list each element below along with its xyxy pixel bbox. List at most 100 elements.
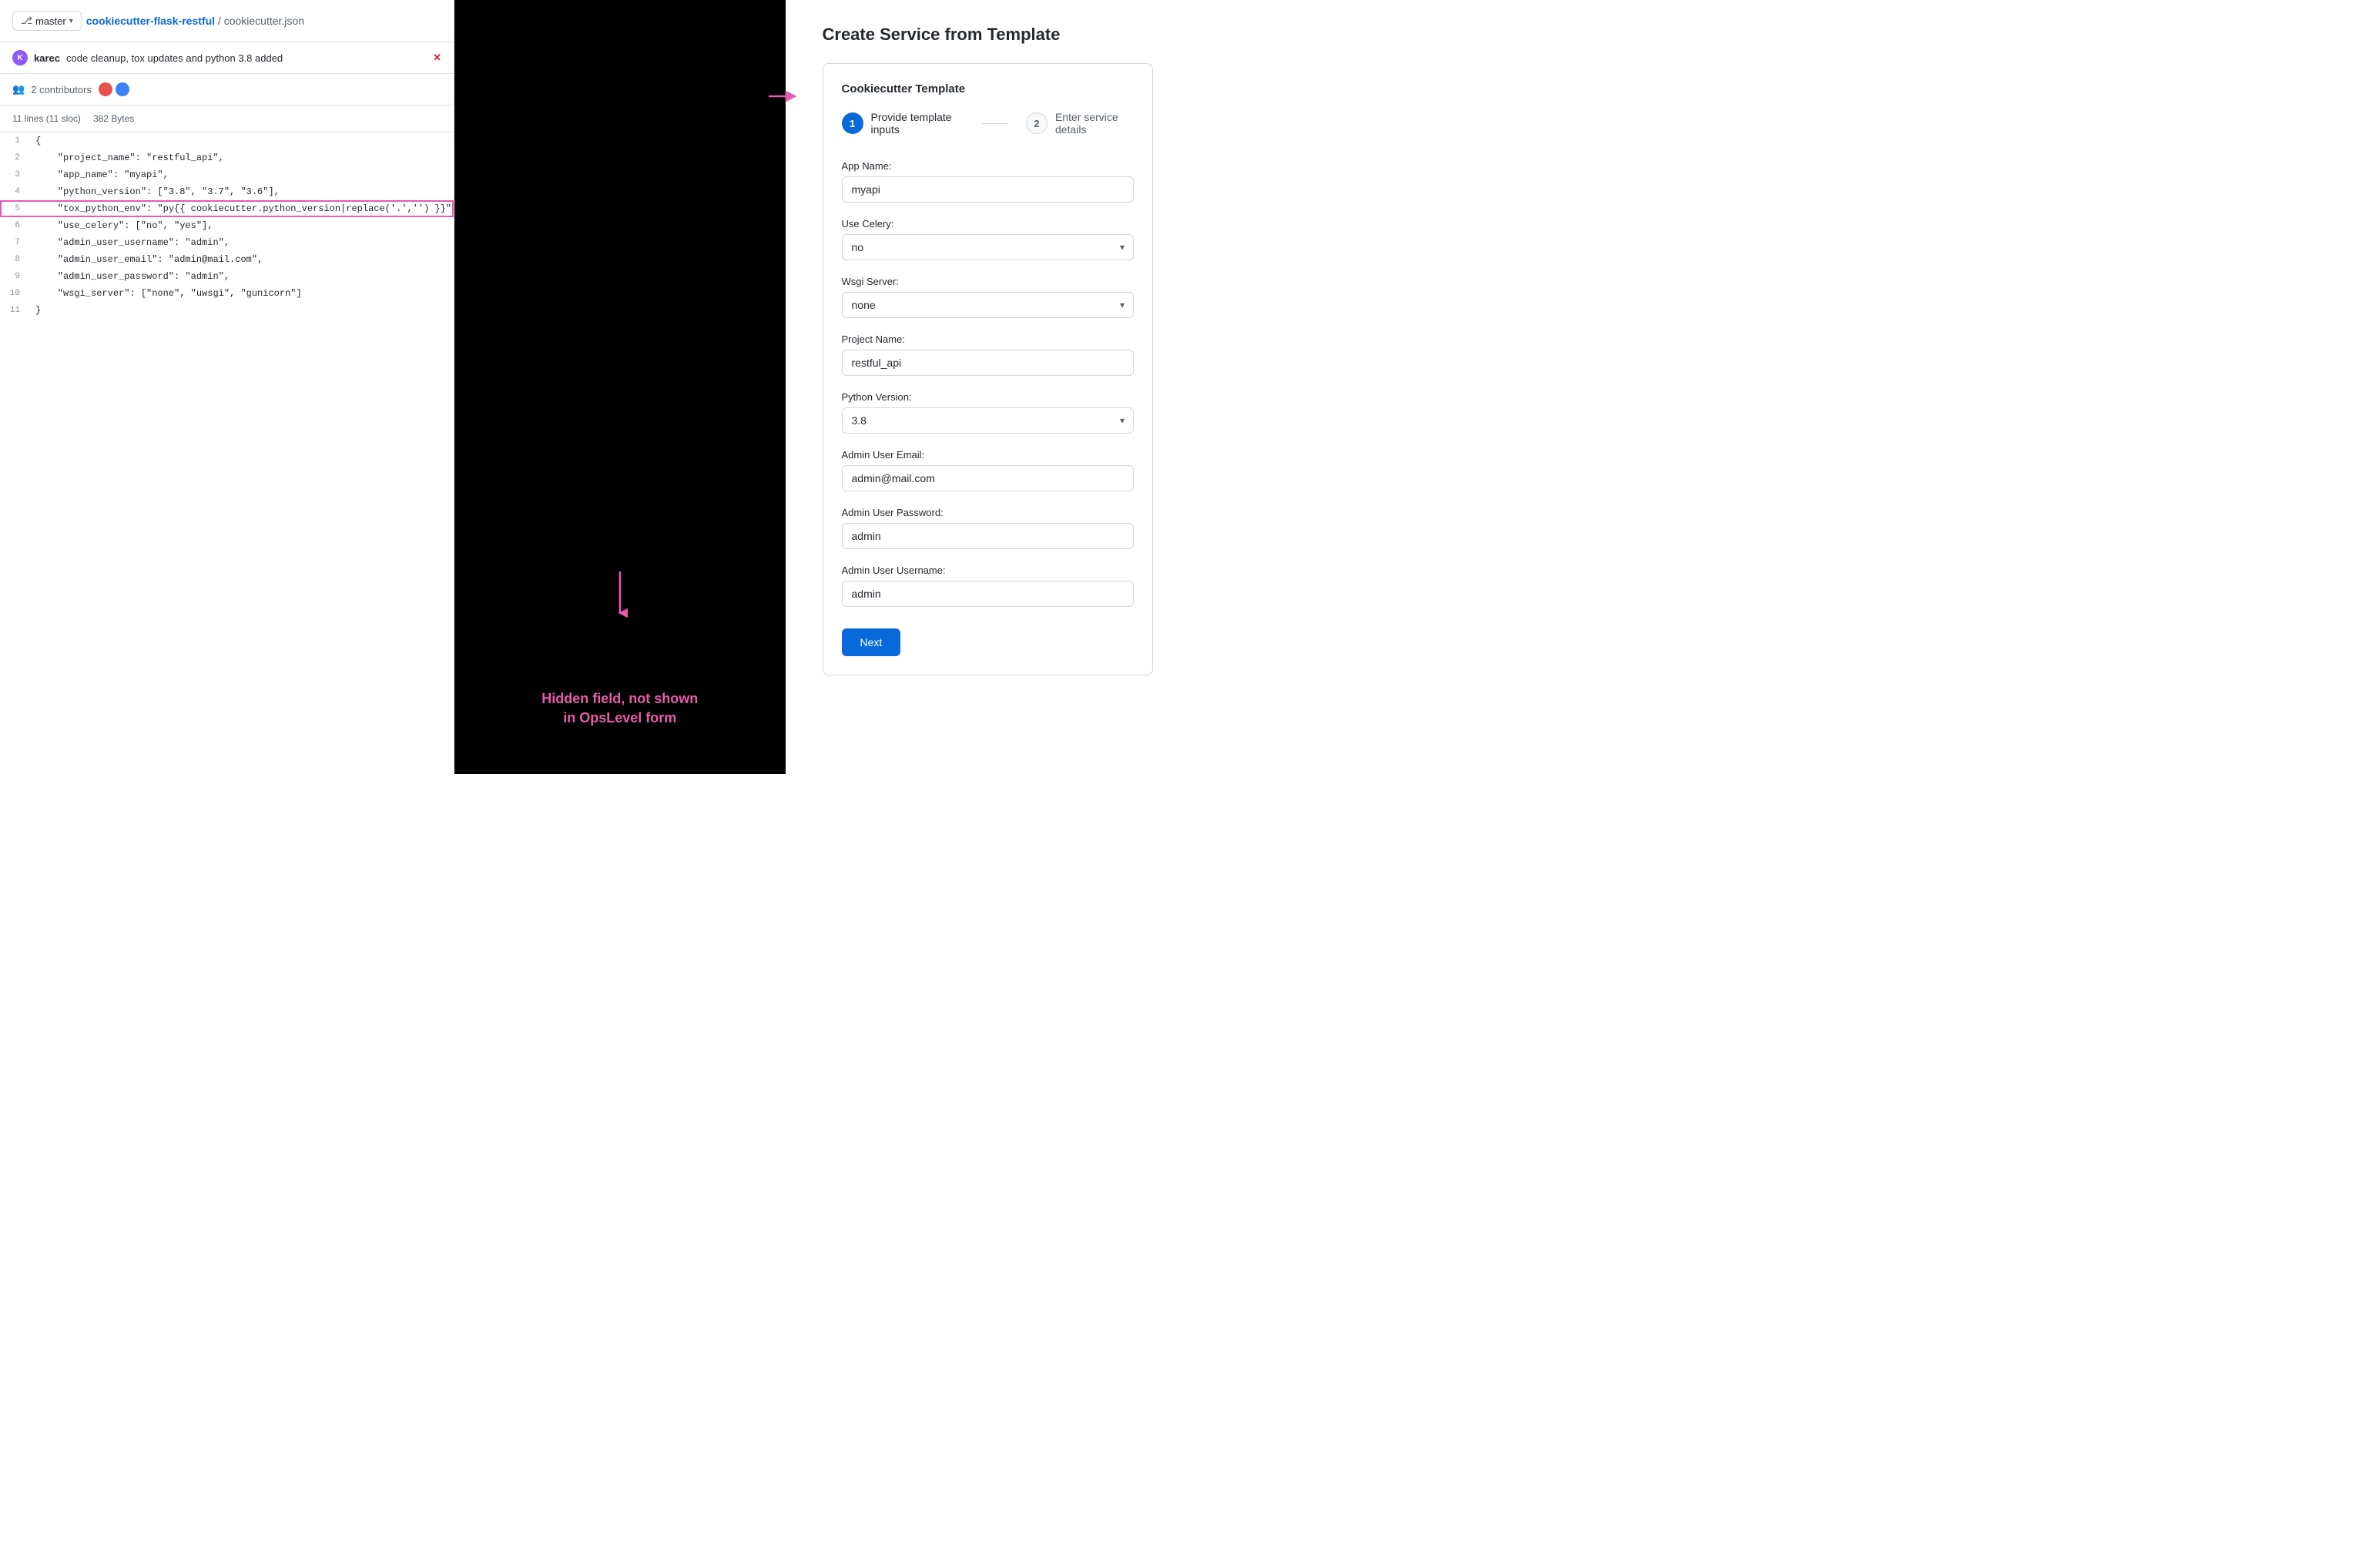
select-wsgi_server[interactable]: noneuwsgigunicorn (842, 292, 1135, 318)
right-arrow-icon (769, 89, 799, 104)
line-number: 7 (0, 234, 28, 251)
select-use_celery[interactable]: noyes (842, 234, 1135, 260)
next-button[interactable]: Next (842, 628, 901, 656)
steps-row: 1 Provide template inputs 2 Enter servic… (842, 111, 1135, 136)
commit-author: karec (34, 52, 60, 64)
code-area: 1{2 "project_name": "restful_api",3 "app… (0, 132, 454, 319)
branch-selector[interactable]: ⎇ master ▾ (12, 11, 82, 31)
contributor-avatars (98, 82, 130, 97)
code-line: 10 "wsgi_server": ["none", "uwsgi", "gun… (0, 285, 454, 302)
commit-x: ✕ (433, 52, 441, 64)
people-icon: 👥 (12, 83, 25, 95)
line-number: 5 (0, 200, 28, 217)
card-section-title: Cookiecutter Template (842, 82, 1135, 95)
line-number: 9 (0, 268, 28, 285)
avatar: K (12, 50, 28, 65)
field-group-admin_user_username: Admin User Username: (842, 565, 1135, 607)
line-content: "python_version": ["3.8", "3.7", "3.6"], (28, 183, 280, 200)
annotation-text-line1: Hidden field, not shown in OpsLevel form (541, 689, 698, 728)
line-content: } (28, 302, 41, 319)
line-content: "wsgi_server": ["none", "uwsgi", "gunico… (28, 285, 302, 302)
field-group-admin_user_password: Admin User Password: (842, 507, 1135, 549)
contributors-label: 2 contributors (31, 84, 92, 95)
label-app_name: App Name: (842, 160, 1135, 172)
select-wrapper-wsgi_server: noneuwsgigunicorn▾ (842, 292, 1135, 318)
branch-chevron-icon: ▾ (69, 17, 73, 25)
select-wrapper-python_version: 3.83.73.6▾ (842, 407, 1135, 434)
line-number: 4 (0, 183, 28, 200)
line-number: 11 (0, 302, 28, 319)
line-number: 10 (0, 285, 28, 302)
right-panel: Create Service from Template Cookiecutte… (786, 0, 1191, 774)
contributor-avatar-1 (98, 82, 113, 97)
select-python_version[interactable]: 3.83.73.6 (842, 407, 1135, 434)
line-content: "tox_python_env": "py{{ cookiecutter.pyt… (28, 200, 454, 217)
step-2: 2 Enter service details (1026, 111, 1134, 136)
field-group-use_celery: Use Celery: noyes▾ (842, 218, 1135, 260)
label-admin_user_password: Admin User Password: (842, 507, 1135, 518)
label-use_celery: Use Celery: (842, 218, 1135, 230)
page-title: Create Service from Template (823, 25, 1154, 45)
file-size: 382 Bytes (93, 113, 134, 124)
line-content: "app_name": "myapi", (28, 166, 169, 183)
code-line: 2 "project_name": "restful_api", (0, 149, 454, 166)
code-line: 5 "tox_python_env": "py{{ cookiecutter.p… (0, 200, 454, 217)
label-admin_user_username: Admin User Username: (842, 565, 1135, 576)
label-python_version: Python Version: (842, 391, 1135, 403)
annotation-area: Hidden field, not shown in OpsLevel form (454, 0, 786, 774)
line-content: "admin_user_password": "admin", (28, 268, 230, 285)
contributors-row: 👥 2 contributors (0, 74, 454, 106)
code-line: 7 "admin_user_username": "admin", (0, 234, 454, 251)
repo-link[interactable]: cookiecutter-flask-restful (86, 15, 215, 27)
input-admin_user_username[interactable] (842, 581, 1135, 607)
line-content: { (28, 132, 41, 149)
label-wsgi_server: Wsgi Server: (842, 276, 1135, 287)
code-line: 3 "app_name": "myapi", (0, 166, 454, 183)
file-meta: 11 lines (11 sloc) 382 Bytes (0, 106, 454, 132)
path-separator: / (218, 15, 221, 27)
field-group-project_name: Project Name: (842, 333, 1135, 376)
step-1: 1 Provide template inputs (842, 111, 963, 136)
select-wrapper-use_celery: noyes▾ (842, 234, 1135, 260)
code-line: 6 "use_celery": ["no", "yes"], (0, 217, 454, 234)
code-line: 8 "admin_user_email": "admin@mail.com", (0, 251, 454, 268)
line-content: "admin_user_username": "admin", (28, 234, 230, 251)
form-fields: App Name: Use Celery: noyes▾ Wsgi Server: no… (842, 160, 1135, 607)
field-group-python_version: Python Version: 3.83.73.6▾ (842, 391, 1135, 434)
line-number: 3 (0, 166, 28, 183)
annotation-box: Hidden field, not shown in OpsLevel form (518, 658, 721, 774)
repo-path: cookiecutter-flask-restful / cookiecutte… (86, 15, 304, 27)
input-admin_user_password[interactable] (842, 523, 1135, 549)
field-group-wsgi_server: Wsgi Server: noneuwsgigunicorn▾ (842, 276, 1135, 318)
file-lines: 11 lines (11 sloc) (12, 113, 81, 124)
code-line: 1{ (0, 132, 454, 149)
line-number: 6 (0, 217, 28, 234)
code-line: 11} (0, 302, 454, 319)
git-branch-icon: ⎇ (21, 15, 32, 27)
field-group-admin_user_email: Admin User Email: (842, 449, 1135, 491)
form-card: Cookiecutter Template 1 Provide template… (823, 63, 1154, 675)
line-number: 8 (0, 251, 28, 268)
line-number: 2 (0, 149, 28, 166)
label-project_name: Project Name: (842, 333, 1135, 345)
commit-row: K karec code cleanup, tox updates and py… (0, 42, 454, 74)
repo-header: ⎇ master ▾ cookiecutter-flask-restful / … (0, 0, 454, 42)
code-line: 4 "python_version": ["3.8", "3.7", "3.6"… (0, 183, 454, 200)
input-admin_user_email[interactable] (842, 465, 1135, 491)
commit-message: code cleanup, tox updates and python 3.8… (66, 52, 283, 64)
line-content: "project_name": "restful_api", (28, 149, 224, 166)
line-number: 1 (0, 132, 28, 149)
step-1-circle: 1 (842, 112, 863, 134)
step-divider (981, 123, 1007, 124)
file-name: cookiecutter.json (224, 15, 304, 27)
input-project_name[interactable] (842, 350, 1135, 376)
label-admin_user_email: Admin User Email: (842, 449, 1135, 461)
input-app_name[interactable] (842, 176, 1135, 203)
step-2-label: Enter service details (1055, 111, 1134, 136)
field-group-app_name: App Name: (842, 160, 1135, 203)
down-arrow-icon (612, 571, 628, 618)
branch-name: master (35, 15, 66, 27)
left-panel: ⎇ master ▾ cookiecutter-flask-restful / … (0, 0, 454, 774)
step-2-circle: 2 (1026, 112, 1048, 134)
line-content: "admin_user_email": "admin@mail.com", (28, 251, 263, 268)
